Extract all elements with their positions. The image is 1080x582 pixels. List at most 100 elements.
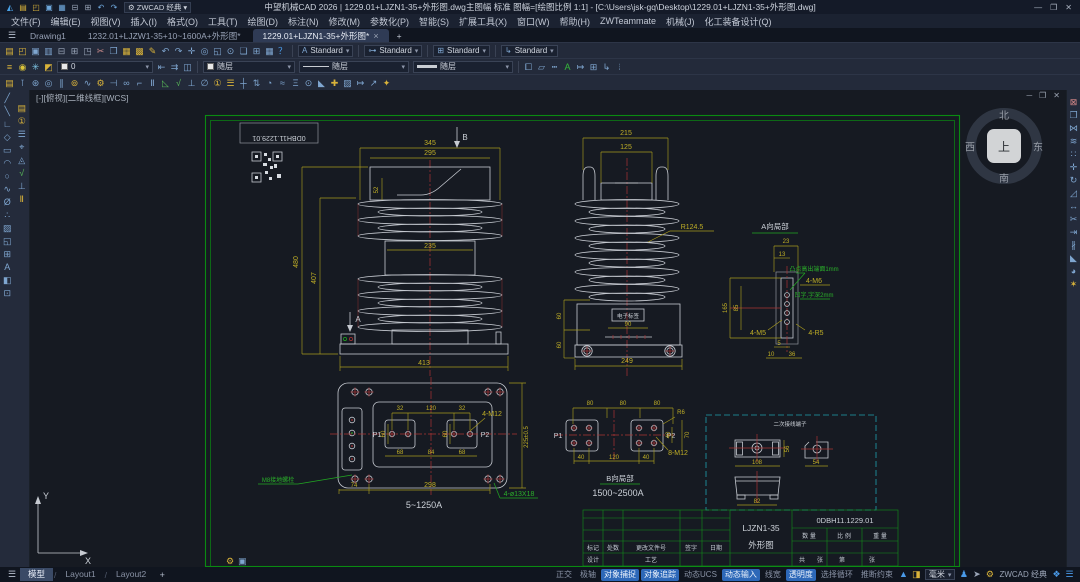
mtext-icon[interactable]: A (1, 261, 14, 274)
restore-button[interactable]: ❐ (1050, 3, 1057, 12)
menu-format[interactable]: 格式(O) (162, 15, 203, 28)
viewcube-south[interactable]: 南 (999, 170, 1009, 185)
surface-finish-icon[interactable]: √ (172, 76, 185, 90)
menu-zwteammate[interactable]: ZWTeammate (595, 16, 661, 26)
tab-layout1[interactable]: Layout1 (57, 568, 103, 581)
zoom-window-icon[interactable]: ◱ (211, 44, 224, 58)
menu-parametric[interactable]: 参数化(P) (365, 15, 414, 28)
spring-icon[interactable]: ∿ (81, 76, 94, 90)
paste-special-icon[interactable]: ▩ (133, 44, 146, 58)
profile-icon[interactable]: ⌐ (133, 76, 146, 90)
layer-isolate-icon[interactable]: ◫ (181, 60, 194, 74)
main-menu-icon[interactable]: ☰ (4, 30, 20, 41)
plot-preview-icon[interactable]: ⊞ (82, 3, 94, 12)
arc-icon[interactable]: ◠ (1, 157, 14, 170)
menu-edit[interactable]: 编辑(E) (46, 15, 86, 28)
plot-icon[interactable]: ⊟ (69, 3, 81, 12)
menu-express[interactable]: 扩展工具(X) (454, 15, 512, 28)
roughness-icon[interactable]: √ (15, 167, 28, 180)
weld-symbol-icon[interactable]: ◺ (159, 76, 172, 90)
circle-icon[interactable]: ○ (1, 170, 14, 183)
close-button[interactable]: ✕ (1065, 3, 1072, 12)
save-all-icon[interactable]: ▦ (56, 3, 68, 12)
tab-layout2[interactable]: Layout2 (108, 568, 154, 581)
point-icon[interactable]: ∴ (1, 209, 14, 222)
chamfer-icon[interactable]: ◣ (315, 76, 328, 90)
doc-tab-1232[interactable]: 1232.01+LJZW1-35+10~1600A+外形图* (78, 29, 251, 42)
viewcube-west[interactable]: 西 (965, 139, 975, 154)
detail-view-icon[interactable]: ◔ (263, 76, 276, 90)
array-icon[interactable]: ∷ (1067, 148, 1080, 161)
washer-icon[interactable]: ◎ (42, 76, 55, 90)
balloon-icon[interactable]: ① (15, 115, 28, 128)
plot-style-icon[interactable]: ▱ (535, 60, 548, 74)
menu-dimension[interactable]: 标注(N) (283, 15, 324, 28)
doc-tab-drawing1[interactable]: Drawing1 (20, 29, 76, 42)
pipe-icon[interactable]: Ⅱ (146, 76, 159, 90)
viewport-icon[interactable]: ❏ (237, 44, 250, 58)
redo-icon[interactable]: ↷ (172, 44, 185, 58)
tab-model[interactable]: 模型 (20, 568, 53, 581)
scale-icon[interactable]: ◿ (1067, 187, 1080, 200)
drawing-area[interactable]: [-][俯视][二维线框][WCS] ─ ❐ ✕ ⚙ ▣ 北 南 西 东 上 (30, 90, 1066, 567)
viewports-grid-icon[interactable]: ⊞ (250, 44, 263, 58)
layer-match-icon[interactable]: ⇉ (168, 60, 181, 74)
stretch-icon[interactable]: ↔ (1067, 200, 1080, 213)
chamfer-icon[interactable]: ◣ (1067, 252, 1080, 265)
menu-modify[interactable]: 修改(M) (324, 15, 366, 28)
centerline-icon[interactable]: ┼ (237, 76, 250, 90)
undo-icon[interactable]: ↶ (95, 3, 107, 12)
user-icon[interactable]: ♟ (957, 569, 970, 580)
annotation-monitor-icon[interactable]: ▲ (897, 569, 910, 580)
text-style-icon[interactable]: A (561, 60, 574, 74)
construction-line-icon[interactable]: ╲ (1, 105, 14, 118)
workspace-icon[interactable]: ◨ (910, 569, 923, 580)
menu-insert[interactable]: 插入(I) (126, 15, 163, 28)
gear-icon[interactable]: ⚙ (94, 76, 107, 90)
mleader-style-select[interactable]: ↳ Standard ▾ (501, 45, 558, 57)
viewcube-up-face[interactable]: 上 (987, 129, 1021, 163)
toggle-cycle[interactable]: 选择循环 (818, 569, 856, 581)
move-icon[interactable]: ✛ (1067, 161, 1080, 174)
undo-icon[interactable]: ↶ (159, 44, 172, 58)
hole-icon[interactable]: ⊙ (302, 76, 315, 90)
fillet-icon[interactable]: ◕ (1067, 265, 1080, 278)
explode-icon[interactable]: ✶ (1067, 278, 1080, 291)
layer-lock-icon[interactable]: ◩ (42, 60, 55, 74)
doc-restore-button[interactable]: ❐ (1039, 91, 1046, 100)
open-folder-icon[interactable]: ◰ (16, 44, 29, 58)
save-icon[interactable]: ▣ (43, 3, 55, 12)
toggle-lwt[interactable]: 线宽 (762, 569, 784, 581)
beam-icon[interactable]: Ⅱ (15, 193, 28, 206)
extend-icon[interactable]: ⇥ (1067, 226, 1080, 239)
toggle-transparency[interactable]: 透明度 (786, 569, 816, 581)
library-icon[interactable]: ▤ (3, 76, 16, 90)
bom-icon[interactable]: ☰ (224, 76, 237, 90)
panel-menu-icon[interactable]: ☰ (1063, 569, 1076, 580)
view-cube[interactable]: 北 南 西 东 上 (956, 98, 1052, 194)
menu-mechanical[interactable]: 机械(J) (661, 15, 700, 28)
help-icon[interactable]: ？ (276, 44, 289, 58)
save-icon[interactable]: ▣ (29, 44, 42, 58)
plot-icon[interactable]: ⊟ (55, 44, 68, 58)
paste-icon[interactable]: ▦ (120, 44, 133, 58)
menu-smart[interactable]: 智能(S) (414, 15, 454, 28)
app-logo-icon[interactable]: ◭ (4, 3, 16, 12)
table-icon[interactable]: ⊞ (1, 248, 14, 261)
balloon-icon[interactable]: ① (211, 76, 224, 90)
line-tool-icon[interactable]: ╱ (1, 92, 14, 105)
select-cursor-icon[interactable]: ➤ (970, 569, 983, 580)
toggle-polar[interactable]: 极轴 (577, 569, 599, 581)
trim-icon[interactable]: ✂ (1067, 213, 1080, 226)
bearing-icon[interactable]: ⊚ (68, 76, 81, 90)
cut-icon[interactable]: ✂ (94, 44, 107, 58)
format-painter-icon[interactable]: ✎ (146, 44, 159, 58)
minimize-button[interactable]: — (1034, 3, 1042, 12)
toggle-dyn[interactable]: 动态输入 (722, 569, 760, 581)
fullscreen-icon[interactable]: ❖ (1050, 569, 1063, 580)
menu-draw[interactable]: 绘图(D) (243, 15, 284, 28)
pin-icon[interactable]: ∥ (55, 76, 68, 90)
copy-icon[interactable]: ❐ (107, 44, 120, 58)
save-as-icon[interactable]: ▥ (42, 44, 55, 58)
break-line-icon[interactable]: ≈ (276, 76, 289, 90)
